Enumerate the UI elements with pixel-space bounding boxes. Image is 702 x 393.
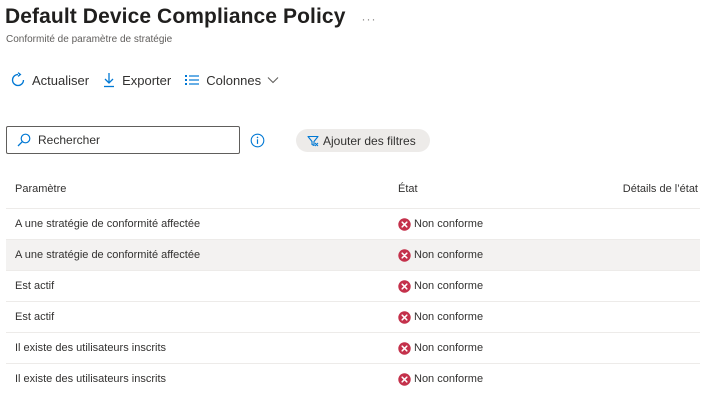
column-header-status-details[interactable]: Détails de l’état	[608, 183, 700, 195]
columns-label: Colonnes	[206, 72, 262, 88]
filter-icon	[307, 135, 319, 146]
add-filter-label: Ajouter des filtres	[323, 133, 416, 148]
table-row[interactable]: A une stratégie de conformité affectée N…	[6, 209, 700, 240]
error-circle-icon	[398, 279, 411, 293]
refresh-label: Actualiser	[32, 72, 90, 88]
download-icon	[104, 73, 115, 88]
refresh-button[interactable]: Actualiser	[10, 72, 89, 88]
table-header: Paramètre État Détails de l’état	[6, 170, 700, 209]
column-header-status[interactable]: État	[398, 183, 608, 195]
error-circle-icon	[398, 341, 411, 355]
setting-cell: Il existe des utilisateurs inscrits	[15, 373, 166, 385]
export-label: Exporter	[122, 72, 172, 88]
columns-icon	[185, 75, 200, 85]
refresh-icon	[11, 72, 25, 87]
status-cell: Non conforme	[398, 341, 608, 355]
settings-table: Paramètre État Détails de l’état A une s…	[6, 170, 700, 393]
status-cell: Non conforme	[398, 279, 608, 293]
table-row[interactable]: Est actif Non conforme	[6, 271, 700, 302]
status-label: Non conforme	[414, 218, 484, 230]
search-input[interactable]	[38, 133, 218, 147]
table-row[interactable]: Il existe des utilisateurs inscrits Non …	[6, 364, 700, 393]
setting-cell: Il existe des utilisateurs inscrits	[15, 342, 166, 354]
export-button[interactable]: Exporter	[102, 72, 171, 88]
info-icon[interactable]	[250, 133, 265, 148]
more-options-button[interactable]: ···	[361, 12, 376, 26]
page-subtitle: Conformité de paramètre de stratégie	[6, 34, 173, 45]
status-label: Non conforme	[414, 280, 484, 292]
table-body: A une stratégie de conformité affectée N…	[6, 209, 700, 393]
chevron-down-icon	[267, 77, 279, 84]
error-circle-icon	[398, 248, 411, 262]
status-cell: Non conforme	[398, 248, 608, 262]
column-header-setting[interactable]: Paramètre	[6, 183, 398, 195]
columns-button[interactable]: Colonnes	[184, 73, 279, 88]
setting-cell: A une stratégie de conformité affectée	[15, 249, 201, 261]
title-row: Default Device Compliance Policy ···	[5, 5, 376, 29]
setting-cell: Est actif	[15, 311, 55, 323]
status-label: Non conforme	[414, 342, 484, 354]
error-circle-icon	[398, 217, 411, 231]
status-label: Non conforme	[414, 373, 484, 385]
page-title: Default Device Compliance Policy	[5, 5, 346, 28]
table-row[interactable]: Il existe des utilisateurs inscrits Non …	[6, 333, 700, 364]
status-label: Non conforme	[414, 311, 484, 323]
search-box[interactable]	[6, 126, 240, 154]
table-row[interactable]: A une stratégie de conformité affectée N…	[6, 240, 700, 271]
table-row[interactable]: Est actif Non conforme	[6, 302, 700, 333]
search-icon	[17, 133, 31, 147]
setting-cell: A une stratégie de conformité affectée	[15, 218, 201, 230]
toolbar: Actualiser Exporter Colonnes	[10, 72, 292, 88]
error-circle-icon	[398, 310, 411, 324]
policy-page: Default Device Compliance Policy ··· Con…	[0, 0, 702, 393]
status-cell: Non conforme	[398, 217, 608, 231]
error-circle-icon	[398, 372, 411, 386]
setting-cell: Est actif	[15, 280, 55, 292]
add-filter-button[interactable]: Ajouter des filtres	[296, 129, 430, 152]
status-cell: Non conforme	[398, 310, 608, 324]
status-cell: Non conforme	[398, 372, 608, 386]
status-label: Non conforme	[414, 249, 484, 261]
